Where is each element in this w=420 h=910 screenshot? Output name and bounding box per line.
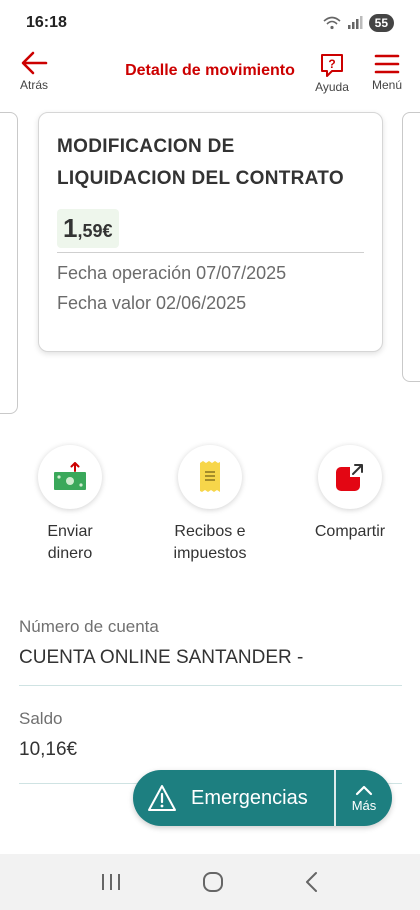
signal-icon	[347, 16, 363, 29]
account-number-section: Número de cuenta CUENTA ONLINE SANTANDER…	[19, 617, 402, 686]
receipts-taxes-circle[interactable]	[178, 445, 242, 509]
balance-label: Saldo	[19, 709, 63, 728]
receipts-label-line2: impuestos	[173, 545, 247, 562]
svg-text:?: ?	[328, 57, 335, 71]
previous-movement-card[interactable]	[0, 112, 18, 414]
send-money-label-line1: Enviar	[47, 523, 93, 540]
receipt-icon	[200, 461, 220, 492]
send-money-icon	[54, 462, 86, 490]
balance-value: 10,16€	[19, 739, 78, 760]
movement-carousel[interactable]: MODIFICACION DE LIQUIDACION DEL CONTRATO…	[0, 112, 420, 422]
warning-icon	[148, 785, 176, 811]
send-money-button[interactable]: Enviar dinero	[15, 445, 125, 565]
send-money-label: Enviar dinero	[47, 521, 92, 565]
receipts-label-line1: Recibos e	[174, 523, 246, 540]
share-label: Compartir	[314, 523, 386, 540]
movement-amount: 1,59€	[57, 209, 119, 248]
status-bar: 16:18 55	[0, 0, 420, 46]
operation-date: Fecha operación 07/07/2025	[57, 263, 287, 283]
app-header: Atrás Detalle de movimiento ? Ayuda Menú	[0, 46, 420, 102]
share-button[interactable]: Compartir	[295, 445, 405, 543]
account-number-value: CUENTA ONLINE SANTANDER -	[19, 647, 304, 668]
recent-apps-icon[interactable]	[100, 872, 122, 892]
wifi-icon	[323, 16, 341, 30]
home-icon[interactable]	[202, 871, 224, 893]
amount-decimal: ,59€	[77, 221, 113, 241]
movement-title-line2: LIQUIDACION DEL CONTRATO	[57, 168, 344, 189]
status-icons-group: 55	[323, 14, 394, 32]
back-nav-icon[interactable]	[304, 871, 320, 893]
system-nav-bar	[0, 854, 420, 910]
more-label: Más	[351, 797, 377, 813]
value-date: Fecha valor 02/06/2025	[57, 293, 247, 313]
chevron-up-icon	[355, 785, 373, 795]
share-icon	[336, 463, 364, 491]
page-title: Detalle de movimiento	[125, 62, 295, 79]
back-label: Atrás	[19, 78, 48, 92]
menu-button[interactable]: Menú	[366, 52, 408, 92]
receipts-taxes-label: Recibos e impuestos	[174, 521, 247, 565]
movement-title-line1: MODIFICACION DE	[57, 136, 235, 157]
help-label: Ayuda	[315, 80, 349, 94]
receipts-taxes-button[interactable]: Recibos e impuestos	[155, 445, 265, 565]
account-divider	[19, 685, 402, 686]
next-movement-card[interactable]	[402, 112, 420, 382]
share-circle[interactable]	[318, 445, 382, 509]
more-button[interactable]: Más	[336, 770, 392, 826]
hamburger-menu-icon	[374, 54, 400, 74]
emergency-bar: Emergencias Más	[133, 770, 392, 826]
emergencies-button[interactable]: Emergencias	[133, 770, 334, 826]
account-number-label: Número de cuenta	[19, 617, 159, 636]
help-icon: ?	[321, 54, 343, 77]
card-divider	[57, 252, 364, 253]
send-money-label-line2: dinero	[47, 545, 93, 562]
help-button[interactable]: ? Ayuda	[311, 52, 353, 94]
amount-integer: 1	[63, 213, 78, 243]
emergencies-label: Emergencias	[191, 786, 308, 809]
movement-card: MODIFICACION DE LIQUIDACION DEL CONTRATO…	[38, 112, 383, 352]
status-time: 16:18	[26, 14, 67, 31]
send-money-circle[interactable]	[38, 445, 102, 509]
quick-actions: Enviar dinero Recibos e impuestos Compar…	[0, 445, 420, 565]
battery-indicator: 55	[368, 14, 394, 32]
menu-label: Menú	[371, 78, 403, 92]
